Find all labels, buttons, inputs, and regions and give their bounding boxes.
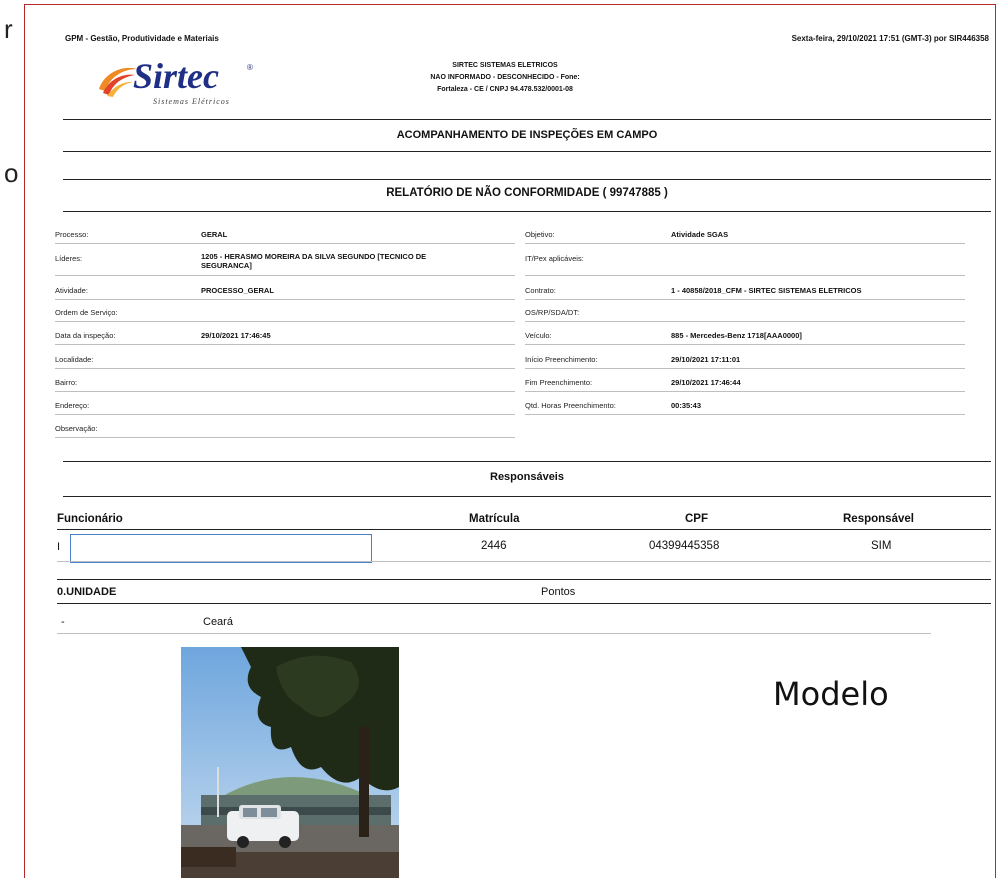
company-name: SIRTEC SISTEMAS ELETRICOS xyxy=(452,62,558,69)
field-value: 1 - 40858/2018_CFM - SIRTEC SISTEMAS ELE… xyxy=(671,286,862,295)
divider xyxy=(57,529,991,530)
divider xyxy=(63,119,991,120)
field-value: 885 - Mercedes-Benz 1718[AAA0000] xyxy=(671,331,802,340)
section-title: ACOMPANHAMENTO DE INSPEÇÕES EM CAMPO xyxy=(396,129,658,141)
row-divider xyxy=(525,275,965,276)
row-divider xyxy=(55,391,515,392)
document-frame: GPM - Gestão, Produtividade e Materiais … xyxy=(24,4,996,878)
divider xyxy=(63,496,991,497)
company-logo: Sirtec ® Sistemas Elétricos xyxy=(95,56,253,106)
registered-mark: ® xyxy=(247,63,253,72)
field-value: 1205 - HERASMO MOREIRA DA SILVA SEGUNDO … xyxy=(201,252,427,261)
row-divider xyxy=(55,321,515,322)
cell-cpf: 04399445358 xyxy=(649,540,720,552)
field-value-cont: SEGURANCA] xyxy=(201,261,252,270)
field-label: Início Preenchimento: xyxy=(525,355,598,364)
col-header-matricula: Matrícula xyxy=(469,513,520,525)
cell-matricula: 2446 xyxy=(481,540,507,552)
modelo-watermark: Modelo xyxy=(773,675,889,713)
field-value: Atividade SGAS xyxy=(671,230,729,239)
divider xyxy=(57,603,991,604)
row-divider xyxy=(55,275,515,276)
field-value: 29/10/2021 17:11:01 xyxy=(671,355,741,364)
report-title: RELATÓRIO DE NÃO CONFORMIDADE ( 99747885… xyxy=(386,187,668,199)
row-divider xyxy=(525,243,965,244)
row-divider xyxy=(525,391,965,392)
divider xyxy=(63,211,991,212)
col-header-responsavel: Responsável xyxy=(843,513,914,525)
field-label: Fim Preenchimento: xyxy=(525,378,593,387)
field-label: Líderes: xyxy=(55,254,83,263)
row-divider xyxy=(55,299,515,300)
company-location: Fortaleza - CE / CNPJ 94.478.532/0001-08 xyxy=(437,86,573,93)
funcionario-name-field[interactable] xyxy=(70,534,372,563)
field-label: Processo: xyxy=(55,230,89,239)
field-label: IT/Pex aplicáveis: xyxy=(525,254,584,263)
row-divider xyxy=(525,299,965,300)
row-divider xyxy=(55,368,515,369)
field-label: Data da inspeção: xyxy=(55,331,116,340)
cut-text-1: r xyxy=(4,14,13,44)
cell-responsavel: SIM xyxy=(871,540,892,552)
row-divider xyxy=(55,437,515,438)
row-divider xyxy=(57,561,991,562)
row-divider xyxy=(525,414,965,415)
row-marker: I xyxy=(57,541,61,553)
company-info: NAO INFORMADO - DESCONHECIDO - Fone: xyxy=(430,74,580,81)
inspection-photo xyxy=(181,647,399,878)
field-value: PROCESSO_GERAL xyxy=(201,286,274,295)
row-divider xyxy=(55,344,515,345)
field-label: Atividade: xyxy=(55,286,88,295)
field-value: 29/10/2021 17:46:44 xyxy=(671,378,741,387)
field-label: Ordem de Serviço: xyxy=(55,308,118,317)
field-label: Localidade: xyxy=(55,355,94,364)
field-value: 00:35:43 xyxy=(671,401,702,410)
responsaveis-title: Responsáveis xyxy=(490,471,564,483)
field-label: Contrato: xyxy=(525,286,556,295)
row-divider xyxy=(525,368,965,369)
pontos-label: Pontos xyxy=(541,586,576,598)
divider xyxy=(63,151,991,152)
field-label: Objetivo: xyxy=(525,230,555,239)
logo-wordmark: Sirtec xyxy=(133,56,219,96)
field-label: Bairro: xyxy=(55,378,78,387)
row-divider xyxy=(57,633,931,634)
col-header-cpf: CPF xyxy=(685,513,708,525)
logo-tagline: Sistemas Elétricos xyxy=(153,97,230,106)
row-divider xyxy=(525,344,965,345)
unidade-row-value: Ceará xyxy=(203,616,233,628)
photo-image xyxy=(181,647,399,878)
field-label: Veículo: xyxy=(525,331,552,340)
report-timestamp: Sexta-feira, 29/10/2021 17:51 (GMT-3) po… xyxy=(791,34,989,43)
divider xyxy=(57,579,991,580)
field-value: 29/10/2021 17:46:45 xyxy=(201,331,271,340)
row-divider xyxy=(55,414,515,415)
field-label: Qtd. Horas Preenchimento: xyxy=(525,401,616,410)
col-header-funcionario: Funcionário xyxy=(57,513,123,525)
field-label: OS/RP/SDA/DT: xyxy=(525,308,580,317)
app-name: GPM - Gestão, Produtividade e Materiais xyxy=(65,34,219,43)
unidade-title: 0.UNIDADE xyxy=(57,586,117,598)
row-divider xyxy=(525,321,965,322)
divider xyxy=(63,461,991,462)
cut-text-2: o xyxy=(4,158,19,188)
unidade-row-dash: - xyxy=(61,616,65,628)
field-label: Observação: xyxy=(55,424,98,433)
field-value: GERAL xyxy=(201,230,228,239)
field-label: Endereço: xyxy=(55,401,90,410)
divider xyxy=(63,179,991,180)
row-divider xyxy=(55,243,515,244)
